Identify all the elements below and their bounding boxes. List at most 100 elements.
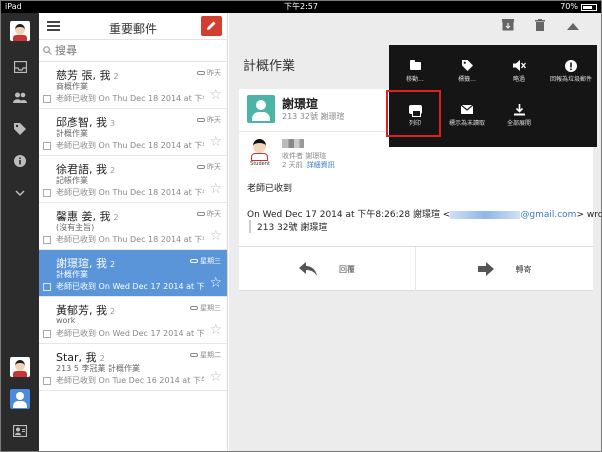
link-icon <box>190 353 198 357</box>
quote-prefix: On Wed Dec 17 2014 at 下午8:26:28 謝璟瑄 < <box>247 210 451 220</box>
student-avatar-label: Student <box>250 161 270 167</box>
menu-item-label-label: 標籤... <box>458 76 476 83</box>
menu-item-spam-label: 回報為垃圾郵件 <box>549 76 592 83</box>
mute-icon <box>493 57 545 73</box>
info-icon[interactable] <box>10 151 30 171</box>
profile-avatar[interactable] <box>10 21 30 41</box>
star-icon[interactable]: ☆ <box>209 323 222 337</box>
row-checkbox[interactable] <box>43 189 51 197</box>
row-snippet: 老師已收到 On Thu Dec 18 2014 at 下午9: <box>56 188 204 197</box>
forward-button[interactable]: 轉寄 <box>416 247 593 291</box>
mail-icon <box>441 101 493 117</box>
folder-icon <box>389 57 441 73</box>
sender-subtitle: 213 32號 謝璟瑄 <box>282 112 345 121</box>
reply-button[interactable]: 回覆 <box>239 247 416 291</box>
row-date: 星期三 <box>190 256 221 266</box>
message-rows: 慈芳 張, 我 2 商概作業 老師已收到 On Thu Dec 18 2014 at … <box>39 62 227 391</box>
sender-avatar[interactable] <box>247 95 275 123</box>
details-link[interactable]: 詳細資訊 <box>307 161 335 169</box>
message-row[interactable]: 邱彥智, 我 3 計概作業 老師已收到 On Thu Dec 18 2014 at 下… <box>39 109 227 156</box>
menu-item-move-label: 移動... <box>406 76 424 83</box>
expand-all-icon <box>493 101 545 117</box>
pixelated-name <box>282 139 304 148</box>
star-icon[interactable]: ☆ <box>209 229 222 243</box>
menu-item-spam[interactable]: 回報為垃圾郵件 <box>545 51 597 95</box>
row-subject: 計概作業 <box>56 270 88 279</box>
trash-icon[interactable] <box>533 19 547 33</box>
link-icon <box>197 71 205 75</box>
message-body: 老師已收到 <box>247 184 293 194</box>
row-date: 昨天 <box>197 115 221 125</box>
archive-icon[interactable] <box>501 19 515 33</box>
message-row[interactable]: 馨惠 姜, 我 2 (沒有主旨) 老師已收到 On Thu Dec 18 2014 a… <box>39 203 227 250</box>
row-thread-count: 2 <box>110 166 116 175</box>
redacted-email <box>450 210 521 219</box>
star-icon[interactable]: ☆ <box>209 276 222 290</box>
menu-item-mark-unread[interactable]: 標示為未讀取 <box>441 95 493 139</box>
search-bar[interactable] <box>39 40 227 62</box>
row-subject: 商概作業 <box>56 82 88 91</box>
menu-item-mute-label: 略過 <box>512 76 525 83</box>
account-avatar[interactable] <box>10 357 30 377</box>
message-time: 2 天前 詳細資訊 <box>282 160 335 170</box>
spam-icon <box>545 57 597 73</box>
star-icon[interactable]: ☆ <box>209 88 222 102</box>
reply-actions: 回覆 轉寄 <box>239 247 593 291</box>
quoted-text: 213 32號 謝璟瑄 <box>249 220 327 233</box>
row-thread-count: 2 <box>99 354 105 363</box>
message-row[interactable]: 慈芳 張, 我 2 商概作業 老師已收到 On Thu Dec 18 2014 at … <box>39 62 227 109</box>
quote-email[interactable]: @gmail.com <box>450 210 576 220</box>
menu-item-expand-all[interactable]: 全部展開 <box>493 95 545 139</box>
message-list-panel: 重要郵件 慈芳 張, 我2商概作業老師已收到 On Thu Dec 18 201… <box>39 13 228 451</box>
label-icon <box>441 57 493 73</box>
menu-item-move[interactable]: 移動... <box>389 51 441 95</box>
print-highlight-box <box>386 90 441 137</box>
battery-percent: 70% <box>560 2 578 11</box>
battery-icon <box>581 3 597 11</box>
row-checkbox[interactable] <box>43 283 51 291</box>
row-checkbox[interactable] <box>43 95 51 103</box>
row-snippet: 老師已收到 On Thu Dec 18 2014 at 下午1: <box>56 141 204 150</box>
label-icon[interactable] <box>10 119 30 139</box>
search-input[interactable] <box>55 44 205 57</box>
menu-item-label[interactable]: 標籤... <box>441 51 493 95</box>
star-icon[interactable]: ☆ <box>209 370 222 384</box>
contacts-icon[interactable] <box>10 87 30 107</box>
star-icon[interactable]: ☆ <box>209 135 222 149</box>
row-checkbox[interactable] <box>43 330 51 338</box>
row-date-text: 星期三 <box>200 257 221 265</box>
clock: 下午2:57 <box>284 2 318 11</box>
row-snippet: 老師已收到 On Thu Dec 18 2014 at 下午1: <box>56 94 204 103</box>
manage-accounts-icon[interactable] <box>10 421 30 441</box>
message-toolbar <box>229 13 601 40</box>
menu-item-mute[interactable]: 略過 <box>493 51 545 95</box>
message-row[interactable]: Star, 我 2 213 5 李冠業 計概作業 老師已收到 On Tue Dec 1… <box>39 344 227 391</box>
quote-email-domain: @gmail.com <box>520 210 577 220</box>
row-date-text: 昨天 <box>207 163 221 171</box>
menu-item-mark-unread-label: 標示為未讀取 <box>448 120 485 127</box>
row-checkbox[interactable] <box>43 142 51 150</box>
search-icon <box>43 46 52 55</box>
link-icon <box>190 259 198 263</box>
more-actions-icon[interactable] <box>566 19 580 33</box>
forward-icon <box>477 262 494 276</box>
message-row[interactable]: 黃郁芳, 我 2 work 老師已收到 On Wed Dec 17 2014 at 下… <box>39 297 227 344</box>
star-icon[interactable]: ☆ <box>209 182 222 196</box>
row-date: 星期三 <box>190 303 221 313</box>
list-header: 重要郵件 <box>39 13 227 40</box>
inbox-icon[interactable] <box>10 57 30 77</box>
compose-button[interactable] <box>201 16 222 36</box>
sender-name: 謝璟瑄 <box>282 97 319 111</box>
row-checkbox[interactable] <box>43 377 51 385</box>
quote-header: On Wed Dec 17 2014 at 下午8:26:28 謝璟瑄 < @gm… <box>247 207 601 220</box>
screen: iPad 下午2:57 70% 重要郵件 搜尋 慈芳 張, 我 2 商概作業 老… <box>0 0 602 452</box>
message-row[interactable]: 徐君語, 我 2 記帳作業 老師已收到 On Thu Dec 18 2014 at 下… <box>39 156 227 203</box>
row-snippet: 老師已收到 On Wed Dec 17 2014 at 下午8: <box>56 282 204 291</box>
account-blue-icon[interactable] <box>10 389 30 409</box>
chevron-down-icon[interactable] <box>10 183 30 203</box>
link-icon <box>197 212 205 216</box>
row-checkbox[interactable] <box>43 236 51 244</box>
list-title: 重要郵件 <box>108 22 157 36</box>
message-row[interactable]: 謝璟瑄, 我 2 計概作業 老師已收到 On Wed Dec 17 2014 at 下… <box>39 250 227 297</box>
row-thread-count: 3 <box>110 119 116 128</box>
